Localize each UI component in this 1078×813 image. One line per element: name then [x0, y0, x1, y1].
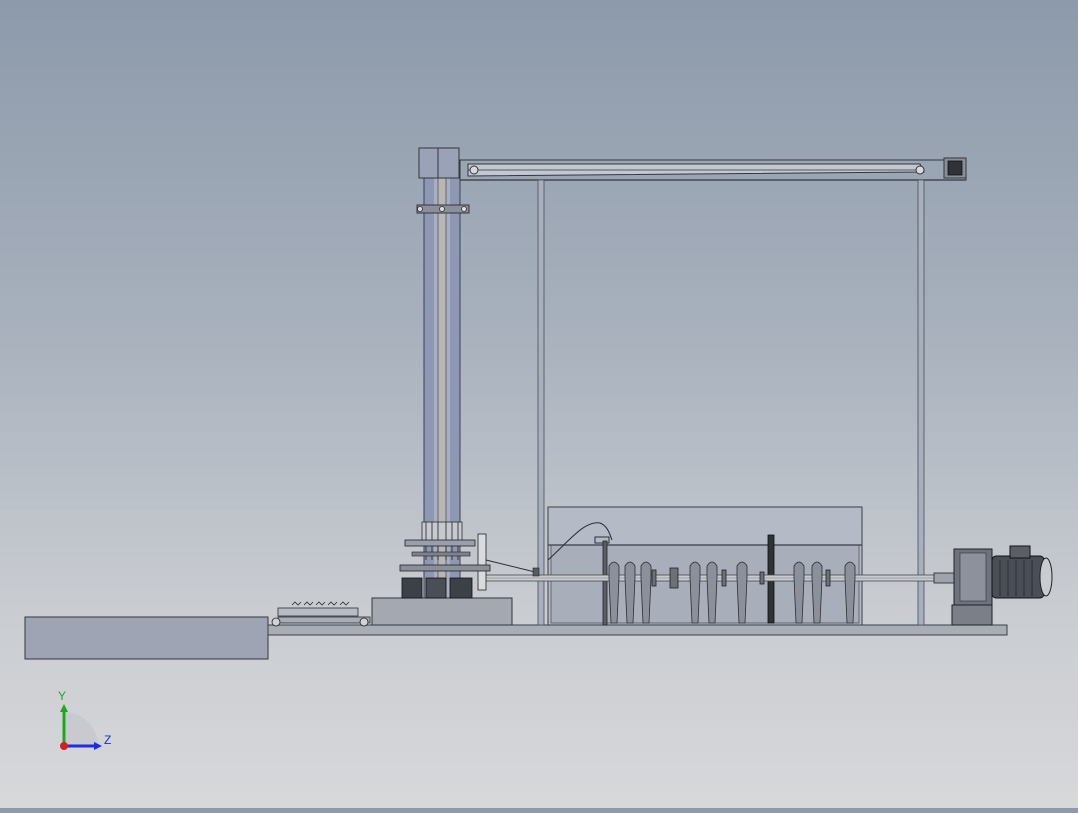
frame-post-left[interactable]	[537, 179, 545, 626]
drive-pedestal[interactable]	[371, 597, 513, 626]
frame-post-right[interactable]	[917, 179, 925, 626]
left-base-slab[interactable]	[24, 616, 269, 660]
gear-motor[interactable]	[933, 545, 1053, 626]
spindle-gear-assembly[interactable]	[399, 521, 540, 599]
x-axis-dot	[60, 742, 68, 750]
y-axis-label: Y	[58, 689, 66, 703]
spring-feeder[interactable]	[271, 601, 371, 627]
cad-viewport[interactable]: Y Z	[0, 0, 1078, 808]
top-beam[interactable]	[459, 157, 967, 181]
machine-assembly-drawing[interactable]: Y Z	[0, 0, 1078, 808]
z-axis-label: Z	[104, 733, 111, 747]
main-floor-plate[interactable]	[267, 624, 1008, 636]
coordinate-triad: Y Z	[58, 689, 111, 750]
